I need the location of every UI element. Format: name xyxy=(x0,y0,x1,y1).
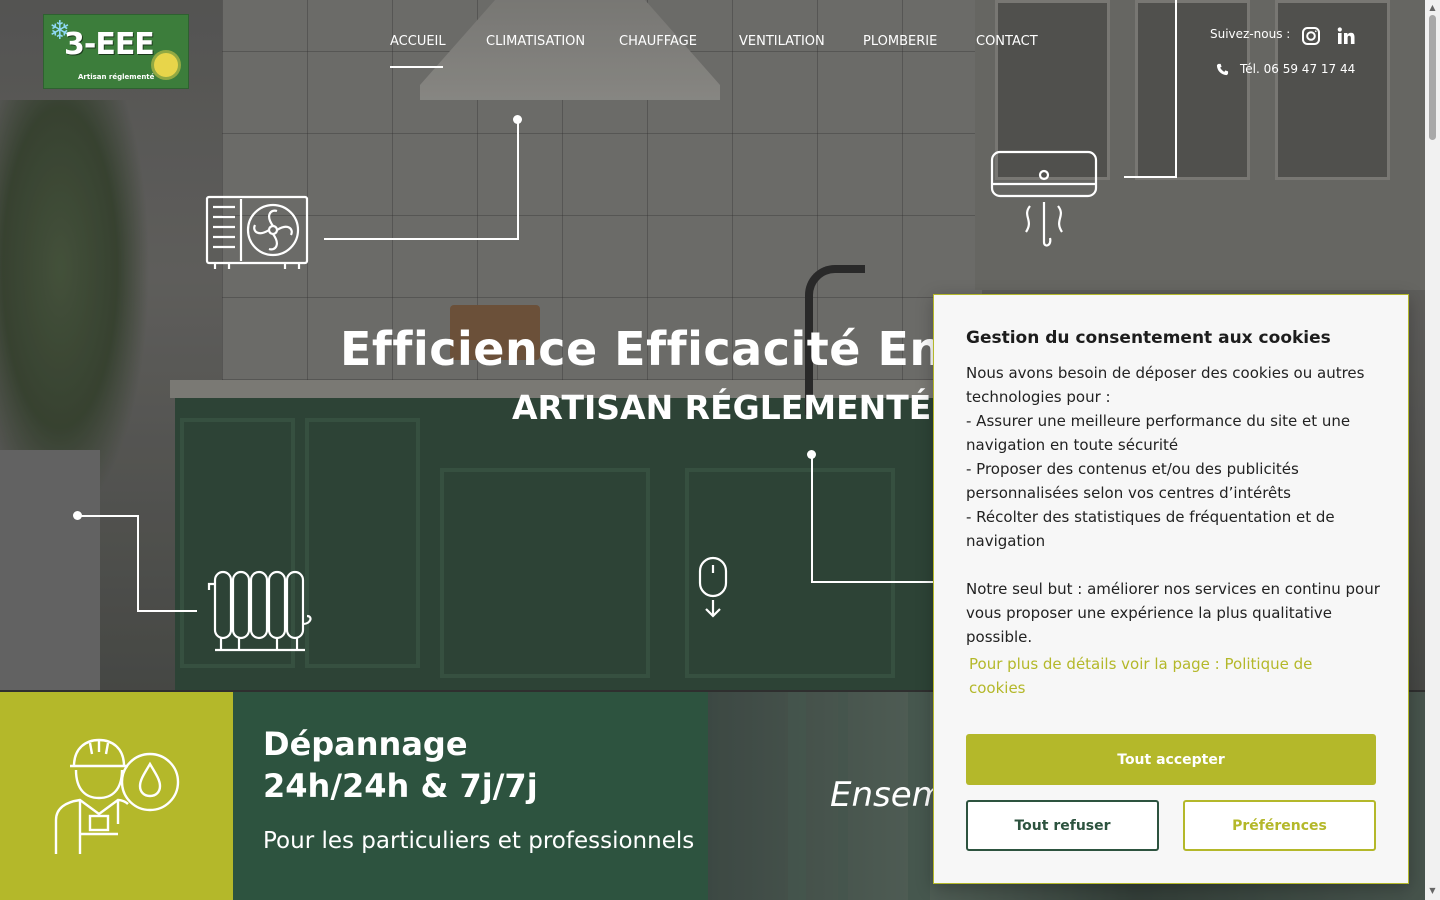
service-icon-panel xyxy=(0,692,233,900)
sun-icon xyxy=(154,53,178,77)
phone-icon xyxy=(1216,63,1229,76)
scroll-thumb[interactable] xyxy=(1429,15,1436,140)
accept-all-button[interactable]: Tout accepter xyxy=(966,734,1376,785)
cookie-title: Gestion du consentement aux cookies xyxy=(966,328,1331,348)
depannage-subtitle: Pour les particuliers et professionnels xyxy=(263,828,695,854)
refuse-all-button[interactable]: Tout refuser xyxy=(966,800,1159,851)
nav-item-ventilation[interactable]: VENTILATION xyxy=(739,34,825,49)
linkedin-icon[interactable] xyxy=(1336,26,1356,46)
preferences-button[interactable]: Préférences xyxy=(1183,800,1376,851)
cookie-consent-dialog: Gestion du consentement aux cookies Nous… xyxy=(933,294,1409,884)
air-conditioner-icon xyxy=(990,150,1098,247)
instagram-icon[interactable] xyxy=(1301,26,1321,46)
hero-subtitle: ARTISAN RÉGLEMENTÉ xyxy=(512,388,932,427)
logo-text: 3-EEE xyxy=(64,27,155,62)
nav-item-plomberie[interactable]: PLOMBERIE xyxy=(863,34,937,49)
depannage-title-line2: 24h/24h & 7j/7j xyxy=(263,767,538,805)
follow-label: Suivez-nous : xyxy=(1210,27,1291,41)
cookie-policy-link[interactable]: Pour plus de détails voir la page : Poli… xyxy=(969,652,1369,700)
heat-pump-icon xyxy=(205,195,309,269)
nav-item-contact[interactable]: CONTACT xyxy=(976,34,1038,49)
nav-item-chauffage[interactable]: CHAUFFAGE xyxy=(619,34,697,49)
page-scrollbar[interactable]: ▲ ▼ xyxy=(1425,0,1440,900)
mouse-scroll-icon[interactable] xyxy=(697,556,729,620)
radiator-icon xyxy=(207,570,312,652)
nav-active-indicator xyxy=(390,66,443,68)
hero-title: Efficience Efficacité Ener xyxy=(340,322,998,376)
plumber-icon xyxy=(54,738,180,854)
nav-item-accueil[interactable]: ACCUEIL xyxy=(390,34,446,49)
site-logo[interactable]: ❄ 3-EEE Artisan réglementé xyxy=(43,14,189,89)
scroll-up-arrow-icon[interactable]: ▲ xyxy=(1428,3,1437,12)
logo-subtitle: Artisan réglementé xyxy=(78,73,155,81)
nav-item-climatisation[interactable]: CLIMATISATION xyxy=(486,34,585,49)
band-right-text: Ensem xyxy=(830,775,945,815)
depannage-title-line1: Dépannage xyxy=(263,725,468,763)
depannage-title: Dépannage 24h/24h & 7j/7j xyxy=(263,723,538,807)
scroll-down-arrow-icon[interactable]: ▼ xyxy=(1428,886,1437,895)
phone-number[interactable]: Tél. 06 59 47 17 44 xyxy=(1240,62,1355,76)
cookie-body: Nous avons besoin de déposer des cookies… xyxy=(966,364,1380,646)
